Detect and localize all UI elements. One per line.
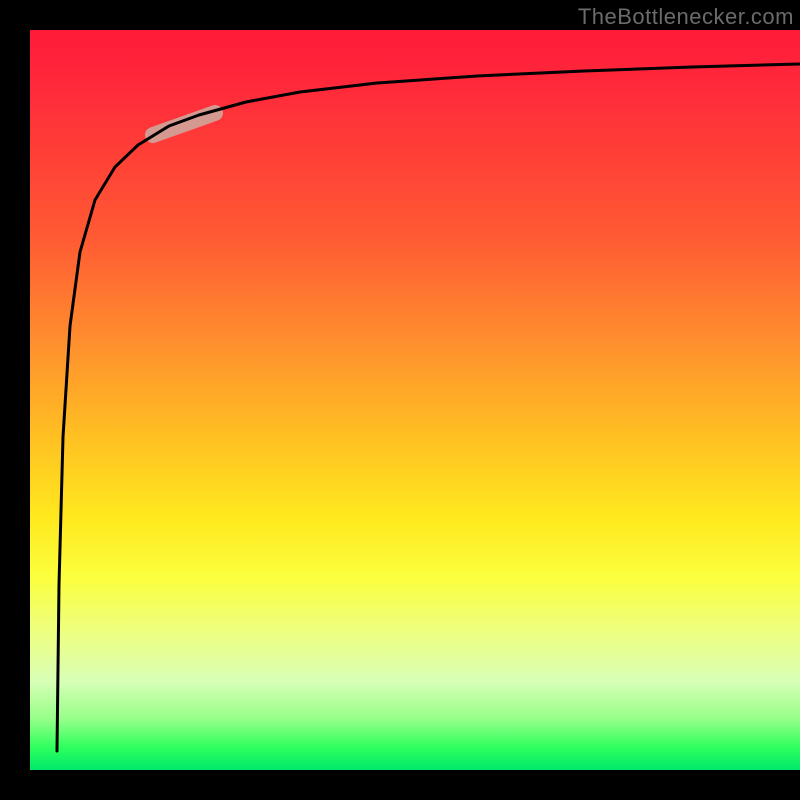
plot-area	[30, 30, 800, 770]
chart-frame: TheBottlenecker.com	[0, 0, 800, 800]
watermark-text: TheBottlenecker.com	[578, 4, 794, 30]
